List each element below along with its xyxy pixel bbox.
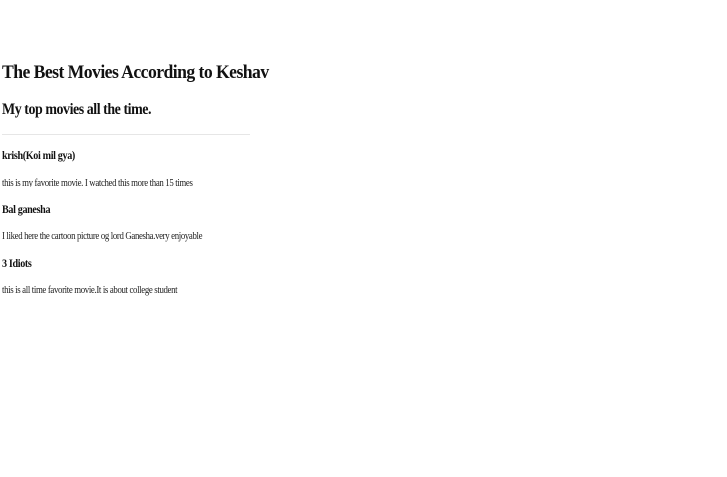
movie-title: 3 Idiots xyxy=(2,258,32,270)
movie-description: this is my favorite movie. I watched thi… xyxy=(2,178,193,187)
divider xyxy=(2,134,250,135)
movie-description: this is all time favorite movie.It is ab… xyxy=(2,285,178,296)
page-title: The Best Movies According to Keshav xyxy=(2,62,269,83)
page-subtitle: My top movies all the time. xyxy=(2,101,152,118)
movie-title: Bal ganesha xyxy=(2,204,51,216)
movie-description: I liked here the cartoon picture og lord… xyxy=(2,231,203,242)
movie-title: krish(Koi mil gya) xyxy=(2,150,75,162)
